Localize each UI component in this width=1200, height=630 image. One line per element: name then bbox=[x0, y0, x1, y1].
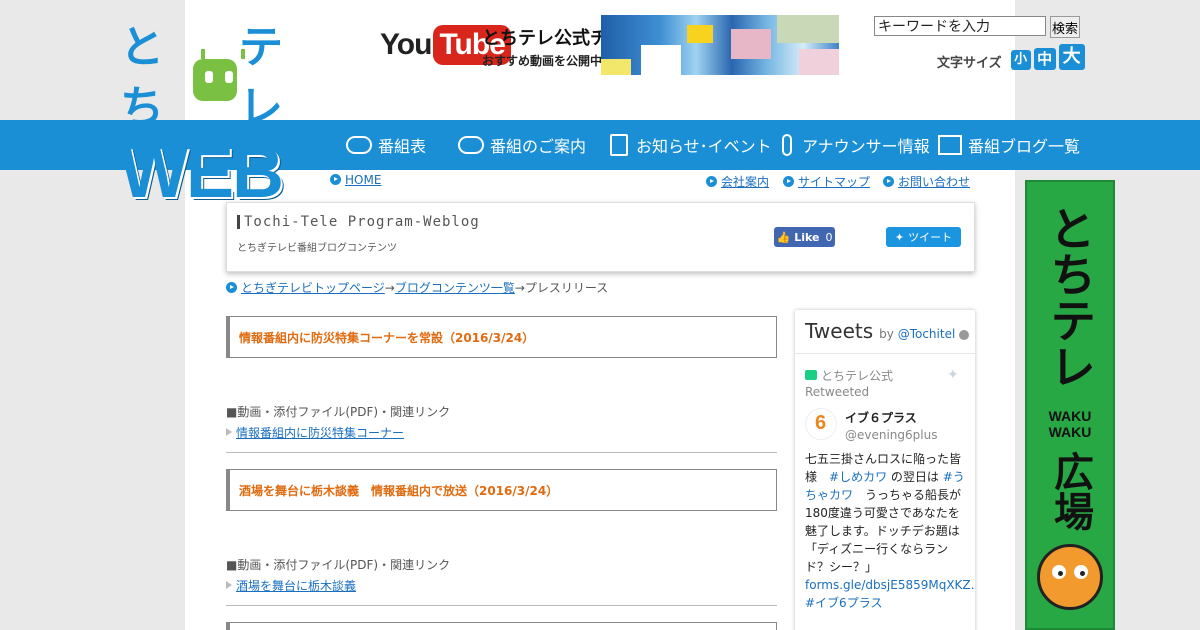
tv-mascot-icon bbox=[193, 49, 245, 101]
attachment-label: ■動画・添付ファイル(PDF)・関連リンク bbox=[226, 405, 451, 419]
nav-program-schedule[interactable]: 番組表 bbox=[346, 120, 426, 170]
logo-text-b: テレ bbox=[238, 22, 283, 133]
arrow-circle-icon bbox=[706, 176, 717, 187]
nav-program-guide[interactable]: 番組のご案内 bbox=[458, 120, 586, 170]
banner-waku: WAKU WAKU bbox=[1048, 408, 1092, 440]
breadcrumb: とちぎテレビトップページ→ブログコンテンツ一覧→プレスリリース bbox=[226, 279, 608, 296]
hashtag-link[interactable]: #しめカワ bbox=[829, 470, 887, 484]
logo-text-a: とち bbox=[120, 22, 164, 133]
banner-hiroba: 広場 bbox=[1047, 451, 1093, 531]
breadcrumb-top-link[interactable]: とちぎテレビトップページ bbox=[241, 281, 385, 295]
triangle-bullet-icon bbox=[226, 581, 232, 589]
arrow-circle-icon bbox=[883, 176, 894, 187]
info-icon[interactable] bbox=[959, 329, 970, 340]
nav-news-events[interactable]: お知らせ･イベント bbox=[606, 120, 772, 170]
speech-bubble-icon bbox=[346, 136, 372, 154]
company-link[interactable]: 会社案内 bbox=[721, 175, 769, 189]
font-size-large-button[interactable]: 大 bbox=[1058, 43, 1085, 70]
article-title[interactable]: 酒場を舞台に栃木談義 情報番組内で放送（2016/3/24） bbox=[226, 469, 777, 511]
contact-link[interactable]: お問い合わせ bbox=[898, 175, 970, 189]
mascot-character-icon bbox=[1037, 544, 1103, 610]
youtube-channel-banner[interactable]: You Tube とちテレ公式チャンネル おすすめ動画を公開中! bbox=[380, 15, 840, 75]
hashtag-link[interactable]: #イブ6プラス bbox=[805, 596, 882, 610]
blog-header: Tochi-Tele Program-Weblog とちぎテレビ番組ブログコンテ… bbox=[226, 202, 975, 272]
article-related-link[interactable]: 酒場を舞台に栃木談義 bbox=[236, 579, 356, 593]
screen-icon bbox=[938, 135, 962, 155]
blog-subtitle: とちぎテレビ番組ブログコンテンツ bbox=[237, 243, 397, 254]
avatar[interactable] bbox=[805, 408, 837, 440]
divider bbox=[226, 452, 777, 453]
video-thumbnail-collage bbox=[601, 15, 839, 75]
document-icon bbox=[610, 134, 628, 156]
speech-bubble-icon bbox=[458, 136, 484, 154]
banner-title: とちテレ bbox=[1043, 205, 1097, 389]
search-button[interactable]: 検索 bbox=[1050, 16, 1080, 38]
timeline-account-link[interactable]: @Tochitel bbox=[898, 327, 956, 341]
sitemap-link[interactable]: サイトマップ bbox=[798, 175, 870, 189]
font-size-label: 文字サイズ bbox=[937, 56, 1002, 71]
tweet-author-handle[interactable]: @evening6plus bbox=[845, 428, 937, 442]
thumbs-up-icon: 👍 bbox=[776, 230, 791, 244]
tweet-body: 七五三掛さんロスに陥った皆様 #しめカワ の翌日は #うちゃカワ うっちゃる船長… bbox=[805, 450, 975, 612]
retweet-icon bbox=[805, 370, 817, 380]
triangle-bullet-icon bbox=[226, 428, 232, 436]
arrow-circle-icon bbox=[226, 282, 237, 293]
nav-announcers[interactable]: アナウンサー情報 bbox=[776, 120, 930, 170]
waku-waku-hiroba-banner[interactable]: とちテレ WAKU WAKU 広場 bbox=[1025, 180, 1115, 630]
font-size-medium-button[interactable]: 中 bbox=[1033, 47, 1056, 70]
twitter-bird-icon: ✦ bbox=[894, 230, 905, 244]
site-logo[interactable]: とち テレ WEB bbox=[120, 18, 310, 209]
article-related-link[interactable]: 情報番組内に防災特集コーナー bbox=[236, 426, 404, 440]
blog-title: Tochi-Tele Program-Weblog bbox=[237, 215, 480, 229]
tweet-button[interactable]: ✦ ツイート bbox=[886, 227, 961, 247]
arrow-circle-icon bbox=[783, 176, 794, 187]
site-search: 検索 bbox=[874, 16, 1080, 38]
breadcrumb-current: プレスリリース bbox=[524, 281, 609, 295]
article-title[interactable]: 情報番組内に防災特集コーナーを常設（2016/3/24） bbox=[226, 316, 777, 358]
arrow-circle-icon bbox=[330, 174, 341, 185]
nav-program-blogs[interactable]: 番組ブログ一覧 bbox=[938, 120, 1080, 170]
facebook-like-button[interactable]: 👍 Like 0 bbox=[774, 227, 835, 247]
divider bbox=[226, 605, 777, 606]
article-title-partial[interactable] bbox=[226, 622, 777, 630]
home-link[interactable]: HOME bbox=[345, 173, 381, 187]
tweets-heading: Tweets bbox=[805, 319, 874, 343]
search-input[interactable] bbox=[874, 16, 1046, 36]
font-size-control: 文字サイズ 小 中 大 bbox=[937, 42, 1085, 71]
retweet-notice: とちテレ公式 Retweeted bbox=[805, 369, 894, 399]
attachment-label: ■動画・添付ファイル(PDF)・関連リンク bbox=[226, 558, 451, 572]
tweet-url-link[interactable]: forms.gle/dbsjE5859MqXKZ… bbox=[805, 578, 975, 592]
breadcrumb-list-link[interactable]: ブログコンテンツ一覧 bbox=[395, 281, 515, 295]
logo-web: WEB bbox=[120, 133, 284, 213]
twitter-bird-icon[interactable]: ✦ bbox=[947, 367, 959, 383]
tweet-author-name[interactable]: イブ６プラス bbox=[845, 409, 917, 426]
microphone-icon bbox=[782, 134, 792, 156]
font-size-small-button[interactable]: 小 bbox=[1010, 49, 1031, 70]
twitter-timeline-widget: Tweets by @Tochitel とちテレ公式 Retweeted ✦ イ… bbox=[795, 310, 975, 630]
